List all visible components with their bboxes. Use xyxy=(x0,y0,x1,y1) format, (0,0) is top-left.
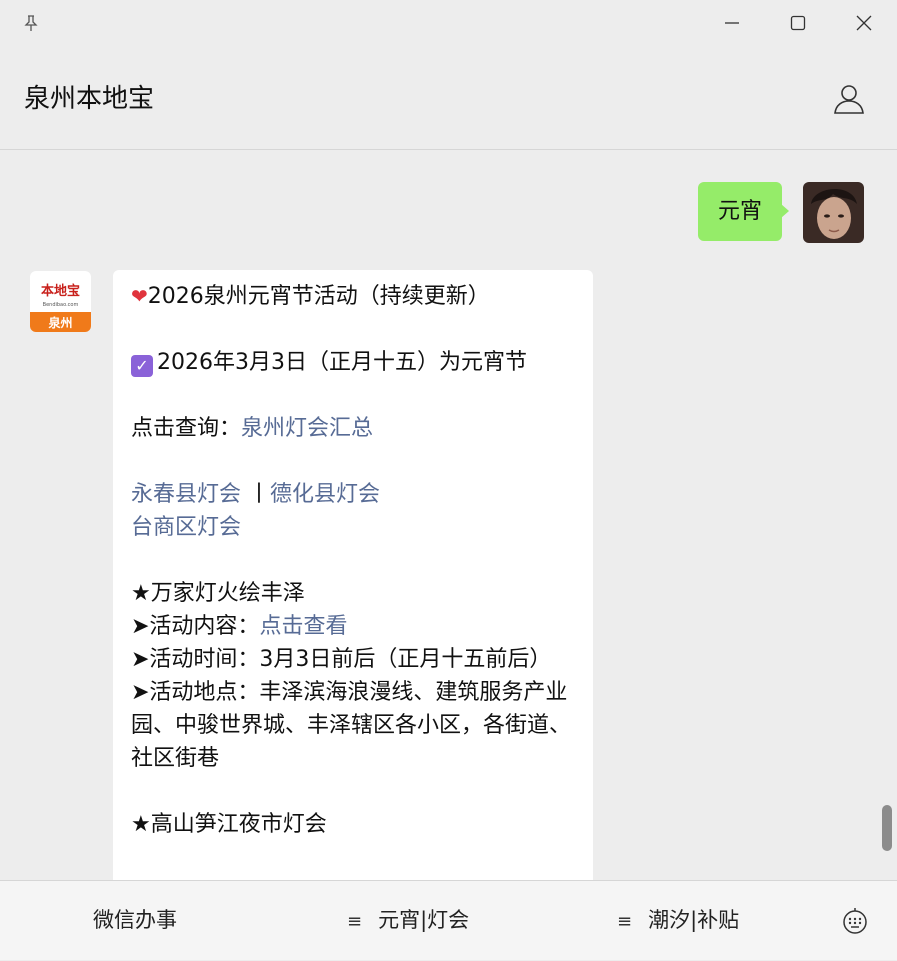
link-yongchun[interactable]: 永春县灯会 xyxy=(131,482,241,507)
menu-item-tide-subsidy[interactable]: ≡ 潮汐|补贴 xyxy=(617,881,739,960)
menu-item-wechat-services[interactable]: 微信办事 xyxy=(93,881,177,960)
link-view-content[interactable]: 点击查看 xyxy=(259,614,347,639)
menu-label: 元宵|灯会 xyxy=(378,908,470,932)
keyboard-icon[interactable] xyxy=(841,907,869,935)
minimize-icon[interactable] xyxy=(717,8,747,38)
chat-area[interactable]: 元宵 本地宝 Bendibao.com 泉州 ❤2026泉州元宵节活动（持续更新… xyxy=(0,150,897,880)
message-text: ➤活动内容： xyxy=(131,614,260,639)
menu-label: 微信办事 xyxy=(93,908,177,932)
user-avatar[interactable] xyxy=(803,182,864,243)
chat-header: 泉州本地宝 xyxy=(0,46,897,150)
separator: 丨 xyxy=(241,482,271,507)
message-line: 2026泉州元宵节活动（持续更新） xyxy=(147,284,490,309)
user-profile-icon[interactable] xyxy=(832,82,866,116)
link-dehua[interactable]: 德化县灯会 xyxy=(270,482,380,507)
official-account-avatar[interactable]: 本地宝 Bendibao.com 泉州 xyxy=(30,271,91,332)
chat-title: 泉州本地宝 xyxy=(24,84,155,114)
message-line: 2026年3月3日（正月十五）为元宵节 xyxy=(157,350,527,375)
logo-title: 本地宝 xyxy=(41,283,80,299)
menu-list-icon: ≡ xyxy=(617,911,633,932)
message-body: ❤2026泉州元宵节活动（持续更新） ✓ 2026年3月3日（正月十五）为元宵节 … xyxy=(131,280,576,841)
logo-city: 泉州 xyxy=(48,315,72,330)
message-line: ➤活动时间：3月3日前后（正月十五前后） xyxy=(131,647,552,672)
heart-icon: ❤ xyxy=(131,284,148,308)
close-icon[interactable] xyxy=(849,8,879,38)
checkbox-icon: ✓ xyxy=(131,355,153,377)
sent-message-bubble[interactable]: 元宵 xyxy=(698,182,789,241)
received-message-bubble: ❤2026泉州元宵节活动（持续更新） ✓ 2026年3月3日（正月十五）为元宵节 … xyxy=(113,270,593,880)
message-line: ➤活动地点：丰泽滨海浪漫线、建筑服务产业园、中骏世界城、丰泽辖区各小区，各街道、… xyxy=(131,680,572,771)
link-taishang[interactable]: 台商区灯会 xyxy=(131,515,241,540)
menu-label: 潮汐|补贴 xyxy=(648,908,740,932)
bottom-menu: 微信办事 ≡ 元宵|灯会 ≡ 潮汐|补贴 xyxy=(0,880,897,960)
scrollbar-thumb[interactable] xyxy=(882,805,892,851)
maximize-icon[interactable] xyxy=(783,8,813,38)
menu-item-lantern[interactable]: ≡ 元宵|灯会 xyxy=(347,881,469,960)
message-line: ★高山笋江夜市灯会 xyxy=(131,812,327,837)
window-titlebar xyxy=(0,0,897,46)
message-text: 点击查询： xyxy=(131,416,242,441)
menu-list-icon: ≡ xyxy=(347,911,363,932)
link-lantern-summary[interactable]: 泉州灯会汇总 xyxy=(241,416,373,441)
message-line: ★万家灯火绘丰泽 xyxy=(131,581,305,606)
pin-icon[interactable] xyxy=(16,8,46,38)
logo-sub: Bendibao.com xyxy=(43,302,79,308)
